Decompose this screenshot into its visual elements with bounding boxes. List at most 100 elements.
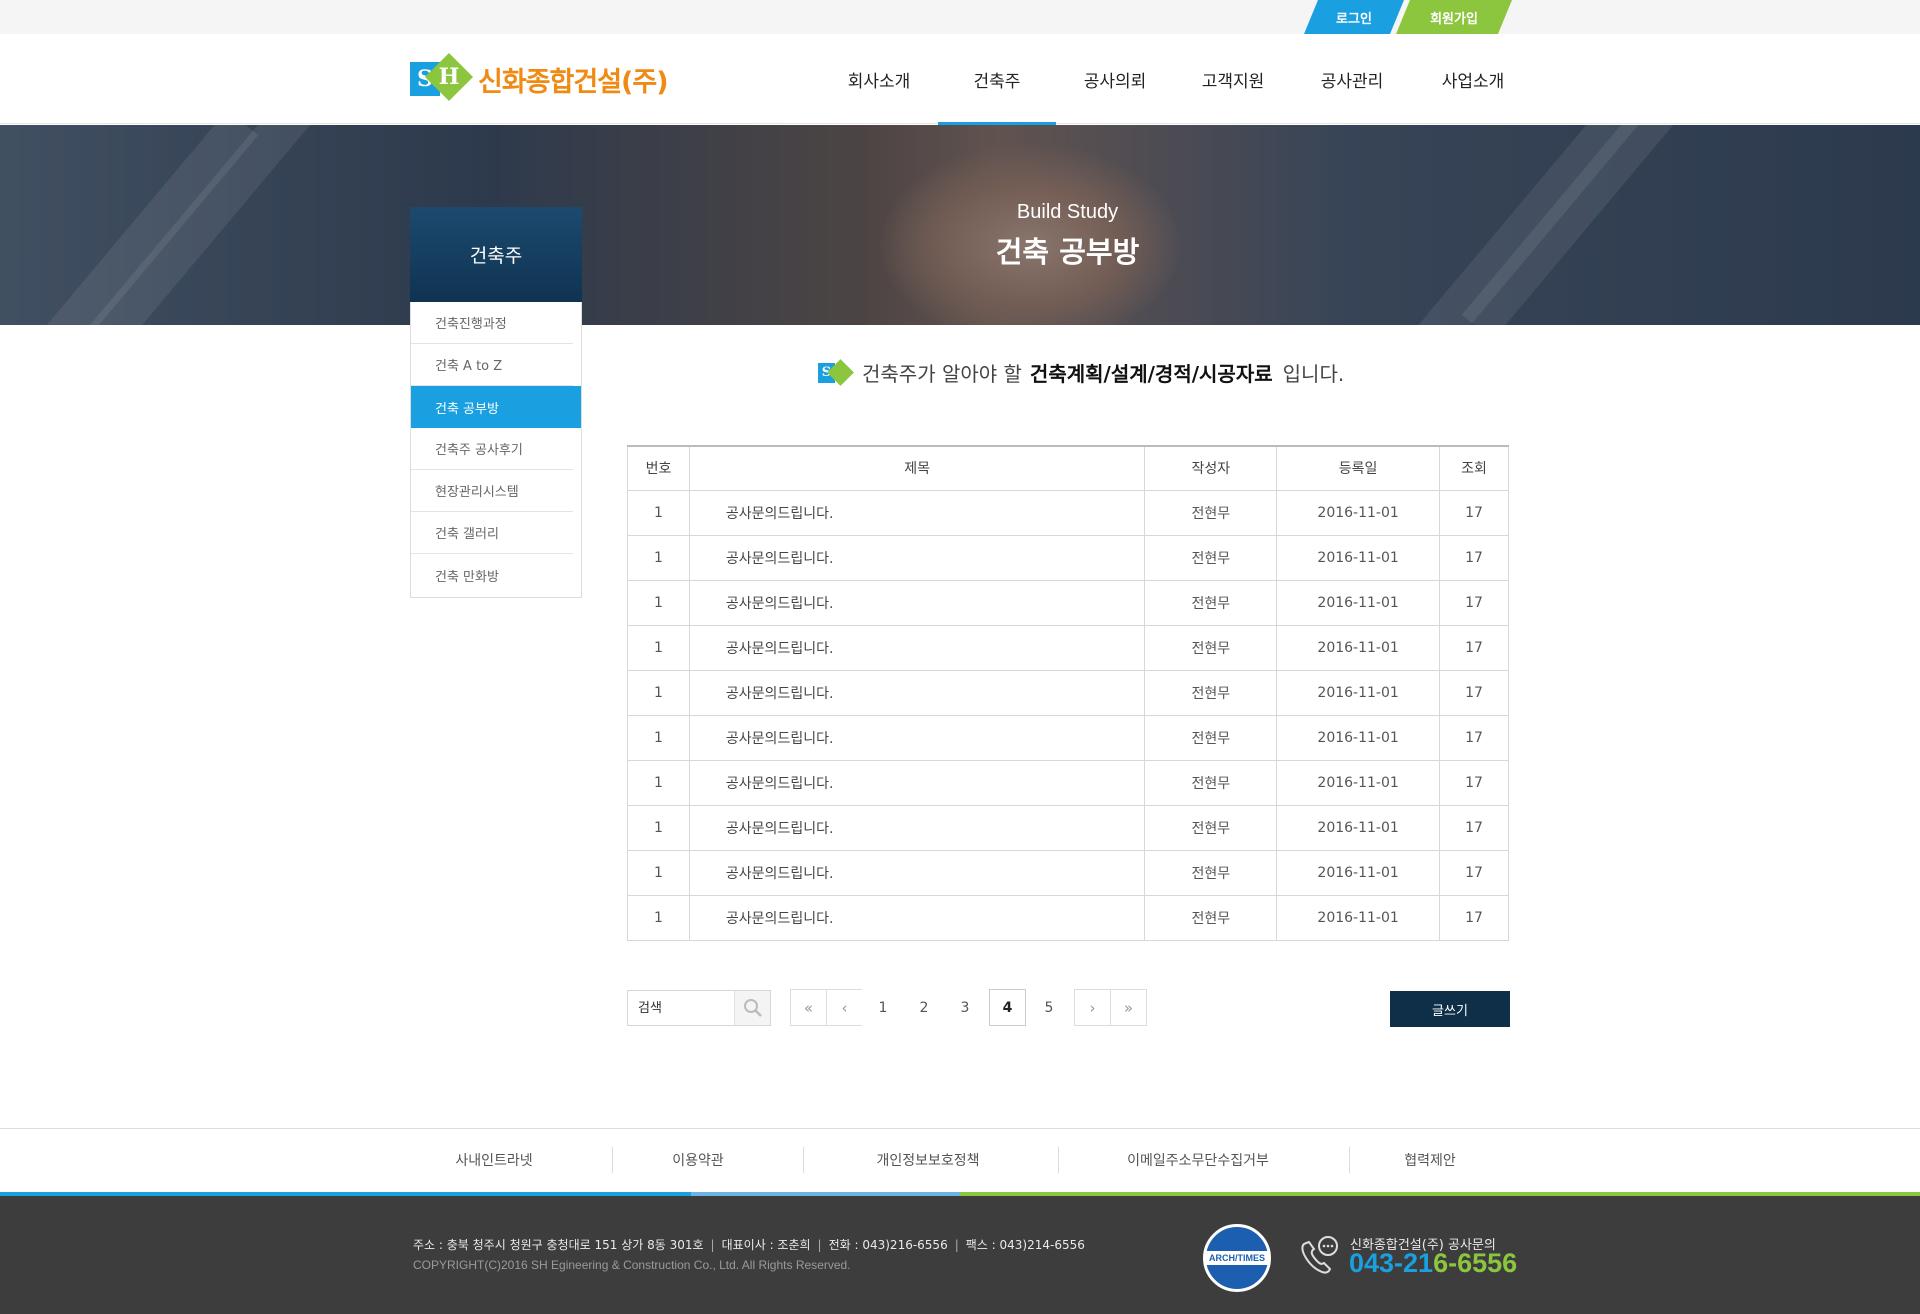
side-menu-list: 건축진행과정 건축 A to Z 건축 공부방 건축주 공사후기 현장관리시스템… (410, 302, 582, 598)
page-3[interactable]: 3 (944, 989, 986, 1026)
cell-author: 전현무 (1144, 669, 1278, 716)
cell-views: 17 (1439, 804, 1509, 851)
nav-item-request[interactable]: 공사의뢰 (1056, 34, 1174, 124)
board-table: 번호 제목 작성자 등록일 조회 1 공사문의드립니다. 전현무 2016-11-01… (627, 445, 1509, 941)
logo-mark: S H (410, 52, 474, 102)
nav-item-business[interactable]: 사업소개 (1412, 34, 1534, 124)
table-row[interactable]: 1 공사문의드립니다. 전현무 2016-11-01 17 (627, 759, 1509, 806)
side-item-gallery[interactable]: 건축 갤러리 (411, 512, 573, 554)
side-item-a-to-z[interactable]: 건축 A to Z (411, 344, 573, 386)
column-header-title: 제목 (688, 445, 1146, 491)
table-row[interactable]: 1 공사문의드립니다. 전현무 2016-11-01 17 (627, 849, 1509, 896)
table-row[interactable]: 1 공사문의드립니다. 전현무 2016-11-01 17 (627, 489, 1509, 536)
table-row[interactable]: 1 공사문의드립니다. 전현무 2016-11-01 17 (627, 534, 1509, 581)
cell-views: 17 (1439, 849, 1509, 896)
prev-page-icon[interactable]: ‹ (826, 989, 863, 1026)
table-row[interactable]: 1 공사문의드립니다. 전현무 2016-11-01 17 (627, 804, 1509, 851)
cell-date: 2016-11-01 (1276, 804, 1441, 851)
join-link[interactable]: 회원가입 (1396, 0, 1512, 34)
cell-views: 17 (1439, 714, 1509, 761)
table-row[interactable]: 1 공사문의드립니다. 전현무 2016-11-01 17 (627, 714, 1509, 761)
certification-seal: ARCH/TIMES (1203, 1224, 1271, 1292)
nav-item-company[interactable]: 회사소개 (820, 34, 938, 124)
cell-author: 전현무 (1144, 624, 1278, 671)
footer-link-intranet[interactable]: 사내인트라넷 (414, 1145, 574, 1175)
cell-title[interactable]: 공사문의드립니다. (688, 714, 1146, 761)
last-page-icon[interactable]: » (1110, 989, 1147, 1026)
side-menu-heading: 건축주 (410, 207, 582, 302)
cell-title[interactable]: 공사문의드립니다. (688, 579, 1146, 626)
cell-number: 1 (627, 714, 690, 761)
cell-views: 17 (1439, 534, 1509, 581)
banner-subtitle: Build Study (1016, 201, 1119, 223)
seal-text: ARCH/TIMES (1206, 1251, 1268, 1265)
cell-author: 전현무 (1144, 534, 1278, 581)
page-4-current[interactable]: 4 (989, 989, 1026, 1026)
cell-author: 전현무 (1144, 759, 1278, 806)
first-page-icon[interactable]: « (790, 989, 827, 1026)
cell-author: 전현무 (1144, 849, 1278, 896)
side-item-study[interactable]: 건축 공부방 (411, 386, 581, 428)
nav-item-support[interactable]: 고객지원 (1174, 34, 1292, 124)
footer-link-email-refusal[interactable]: 이메일주소무단수집거부 (1088, 1145, 1308, 1175)
logo-h: H (438, 64, 460, 90)
cell-date: 2016-11-01 (1276, 849, 1441, 896)
side-item-process[interactable]: 건축진행과정 (411, 302, 573, 344)
cell-views: 17 (1439, 759, 1509, 806)
side-item-site-management[interactable]: 현장관리시스템 (411, 470, 573, 512)
cell-number: 1 (627, 579, 690, 626)
site-header: S H 신화종합건설(주) 회사소개 건축주 공사의뢰 고객지원 공사관리 사업… (0, 34, 1920, 125)
site-logo[interactable]: S H 신화종합건설(주) (410, 52, 669, 102)
cell-title[interactable]: 공사문의드립니다. (688, 624, 1146, 671)
page-title: 건축 공부방 (995, 235, 1140, 269)
cell-title[interactable]: 공사문의드립니다. (688, 669, 1146, 716)
cell-date: 2016-11-01 (1276, 669, 1441, 716)
table-row[interactable]: 1 공사문의드립니다. 전현무 2016-11-01 17 (627, 669, 1509, 716)
cell-title[interactable]: 공사문의드립니다. (688, 849, 1146, 896)
cell-views: 17 (1439, 489, 1509, 536)
table-row[interactable]: 1 공사문의드립니다. 전현무 2016-11-01 17 (627, 579, 1509, 626)
page-2[interactable]: 2 (903, 989, 945, 1026)
cell-title[interactable]: 공사문의드립니다. (688, 489, 1146, 536)
nav-item-owner[interactable]: 건축주 (938, 34, 1056, 125)
cell-date: 2016-11-01 (1276, 714, 1441, 761)
table-row[interactable]: 1 공사문의드립니다. 전현무 2016-11-01 17 (627, 624, 1509, 671)
cell-number: 1 (627, 804, 690, 851)
cell-title[interactable]: 공사문의드립니다. (688, 894, 1146, 941)
cell-date: 2016-11-01 (1276, 579, 1441, 626)
side-item-comics[interactable]: 건축 만화방 (411, 554, 573, 596)
sh-logo-icon: S (818, 358, 854, 386)
logo-text: 신화종합건설(주) (478, 66, 669, 98)
intro-after: 입니다. (1282, 362, 1345, 386)
cell-date: 2016-11-01 (1276, 534, 1441, 581)
search-input[interactable] (628, 991, 736, 1025)
login-link[interactable]: 로그인 (1304, 0, 1404, 34)
column-header-views: 조회 (1439, 445, 1509, 491)
table-row[interactable]: 1 공사문의드립니다. 전현무 2016-11-01 17 (627, 894, 1509, 941)
intro-text: S 건축주가 알아야 할 건축계획/설계/경적/시공자료 입니다. (818, 358, 1344, 387)
cell-date: 2016-11-01 (1276, 624, 1441, 671)
cell-title[interactable]: 공사문의드립니다. (688, 804, 1146, 851)
cell-number: 1 (627, 669, 690, 716)
side-item-reviews[interactable]: 건축주 공사후기 (411, 428, 573, 470)
page-1[interactable]: 1 (862, 989, 904, 1026)
nav-item-management[interactable]: 공사관리 (1292, 34, 1412, 124)
write-button[interactable]: 글쓰기 (1390, 991, 1510, 1027)
column-header-author: 작성자 (1144, 445, 1278, 491)
cell-title[interactable]: 공사문의드립니다. (688, 534, 1146, 581)
cell-title[interactable]: 공사문의드립니다. (688, 759, 1146, 806)
table-header-row: 번호 제목 작성자 등록일 조회 (627, 445, 1509, 491)
footer-copyright: COPYRIGHT(C)2016 SH Egineering & Constru… (413, 1258, 851, 1272)
footer-link-terms[interactable]: 이용약관 (618, 1145, 778, 1175)
cell-views: 17 (1439, 894, 1509, 941)
page-5[interactable]: 5 (1028, 989, 1070, 1026)
cell-number: 1 (627, 489, 690, 536)
next-page-icon[interactable]: › (1074, 989, 1111, 1026)
cell-number: 1 (627, 624, 690, 671)
footer-link-partnership[interactable]: 협력제안 (1370, 1145, 1490, 1175)
cell-number: 1 (627, 849, 690, 896)
cell-views: 17 (1439, 579, 1509, 626)
footer-link-privacy[interactable]: 개인정보보호정책 (828, 1145, 1028, 1175)
search-button[interactable] (734, 991, 770, 1025)
column-header-number: 번호 (627, 445, 690, 491)
